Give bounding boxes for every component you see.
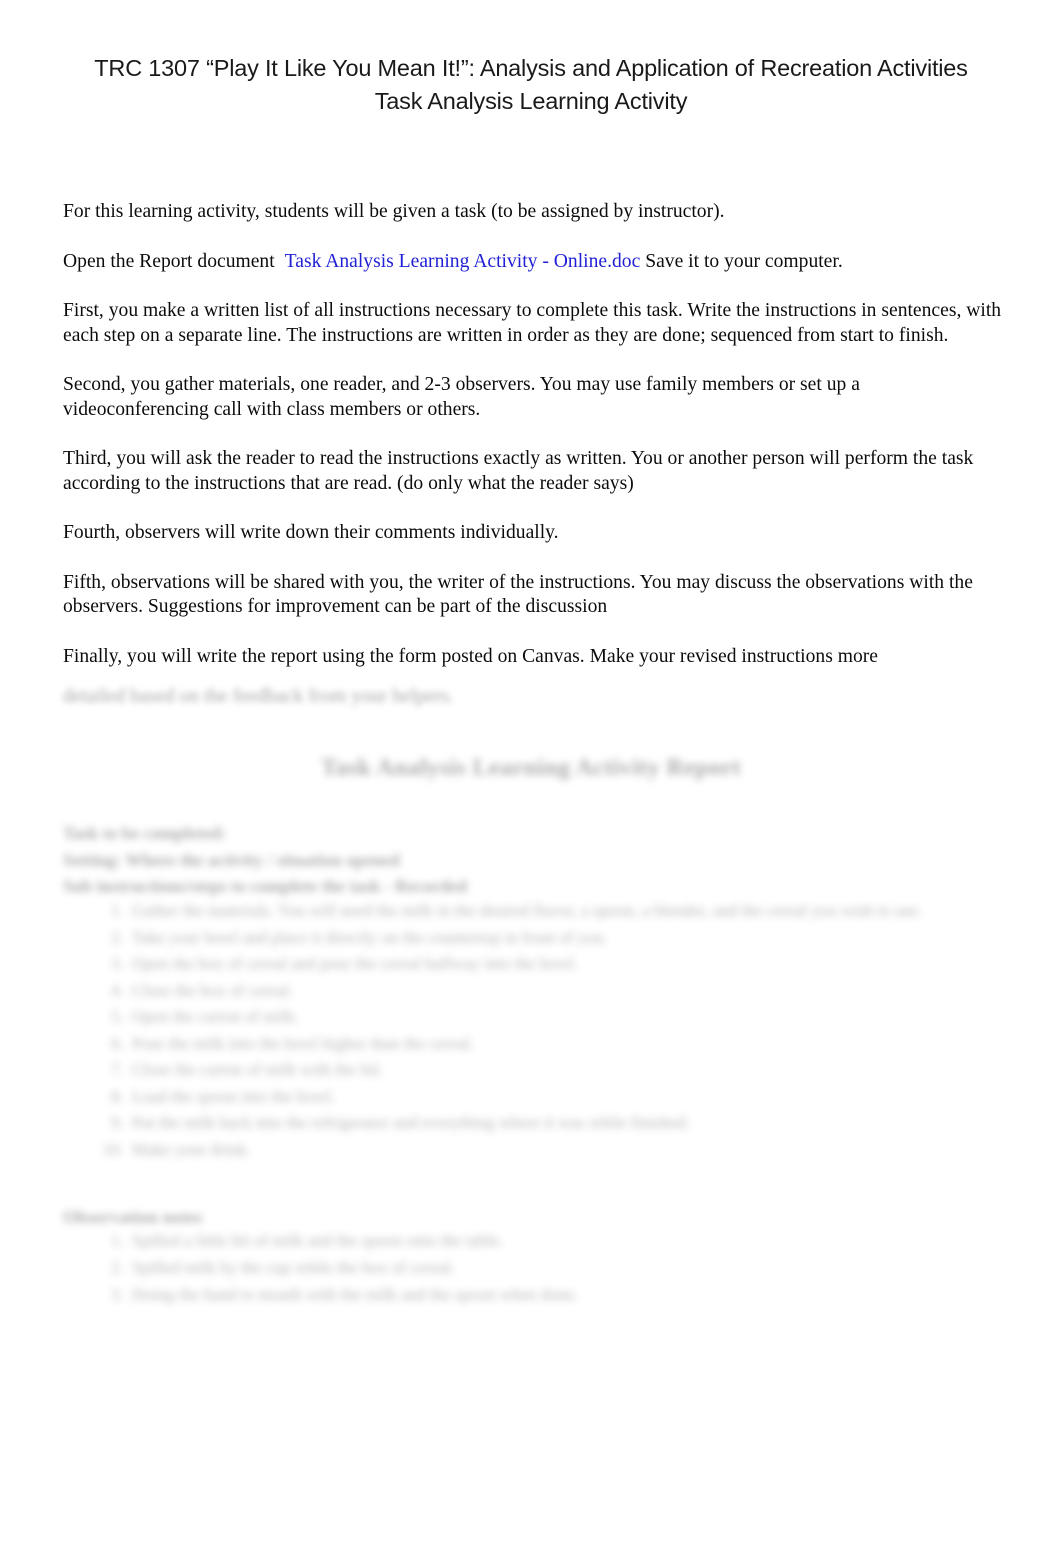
report-heading: Task Analysis Learning Activity Report (321, 755, 741, 781)
open-report-prefix: Open the Report document (63, 250, 275, 272)
list-item: Open the box of cereal and pour the cere… (128, 951, 1062, 977)
page-title-line-2: Task Analysis Learning Activity (374, 88, 688, 114)
page-title: TRC 1307 “Play It Like You Mean It!”: An… (63, 52, 999, 118)
list-item: Put the milk back into the refrigerator … (128, 1110, 1062, 1136)
list-item: Gather the materials. You will need the … (128, 898, 1062, 924)
paragraph-step-fifth: Fifth, observations will be shared with … (63, 571, 973, 618)
report-document-link[interactable]: Task Analysis Learning Activity - Online… (285, 251, 641, 272)
paragraph-step-finally: Finally, you will write the report using… (63, 645, 878, 667)
list-item: Spilled a little bit of milk and the spo… (128, 1228, 1028, 1254)
document-page: TRC 1307 “Play It Like You Mean It!”: An… (0, 0, 1062, 1556)
paragraph-step-second: Second, you gather materials, one reader… (63, 374, 860, 420)
document-body: For this learning activity, students wil… (63, 200, 1007, 669)
list-item: Make your drink. (128, 1137, 1062, 1163)
page-title-line-1: TRC 1307 “Play It Like You Mean It!”: An… (94, 55, 968, 81)
paragraph-open-report: Open the Report document Task Analysis Le… (63, 250, 1007, 275)
paragraph-step-fourth: Fourth, observers will write down their … (63, 522, 559, 543)
field-label-setting: Setting: Where the activity / situation … (63, 849, 400, 870)
observation-notes-list: Spilled a little bit of milk and the spo… (63, 1228, 1028, 1309)
observation-notes-heading: Observation notes (63, 1207, 203, 1227)
report-steps-list: Gather the materials. You will need the … (63, 898, 1062, 1163)
list-item: Doing the hand to mouth with the milk an… (128, 1282, 1028, 1308)
field-label-task: Task to be completed: (63, 823, 227, 843)
report-field-labels: Task to be completed: Setting: Where the… (63, 820, 963, 900)
list-item: Take your bowl and place it directly on … (128, 925, 1062, 951)
list-item: Open the carton of milk. (128, 1004, 1062, 1030)
paragraph-intro: For this learning activity, students wil… (63, 201, 725, 222)
paragraph-step-finally-continued: detailed based on the feedback from your… (63, 686, 454, 707)
open-report-suffix: Save it to your computer. (645, 250, 843, 272)
list-item: Spilled milk by the cup while the box of… (128, 1255, 1028, 1281)
list-item: Close the carton of milk with the lid. (128, 1057, 1062, 1083)
field-label-sub-instructions: Sub instructions/steps to complete the t… (63, 876, 467, 896)
list-item: Pour the milk into the bowl higher than … (128, 1031, 1062, 1057)
paragraph-step-first: First, you make a written list of all in… (63, 300, 1002, 346)
paragraph-step-third: Third, you will ask the reader to read t… (63, 448, 974, 494)
list-item: Close the box of cereal. (128, 978, 1062, 1004)
list-item: Load the spoon into the bowl. (128, 1084, 1062, 1110)
